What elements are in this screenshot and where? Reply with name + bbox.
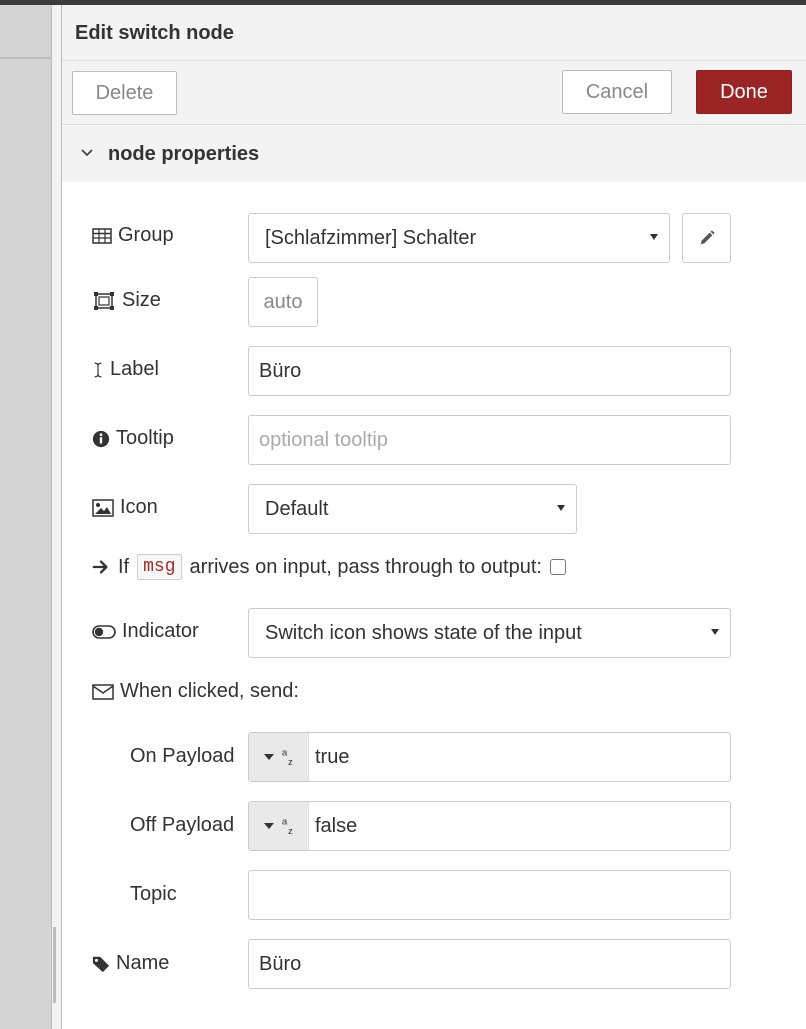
toggle-icon [92,624,116,639]
size-label: Size [92,289,161,312]
string-type-icon: a z [281,747,293,768]
tab-divider [0,57,51,59]
info-icon [92,430,110,447]
when-clicked-label: When clicked, send: [92,680,299,703]
on-payload-label: On Payload [130,745,235,767]
tray-header: Edit switch node [62,5,806,61]
size-button[interactable]: auto [248,277,318,327]
edit-group-button[interactable] [682,213,731,263]
on-payload-input[interactable]: a z true [248,732,731,782]
section-title: node properties [108,143,260,165]
passthrough-checkbox[interactable] [549,559,566,575]
edit-tray: Edit switch node Delete Cancel Done node… [62,5,806,1029]
caret-down-icon [263,823,274,829]
resize-icon [94,291,114,310]
table-icon [92,227,112,244]
icon-label: Icon [92,496,158,519]
icon-select[interactable]: Default [248,484,577,534]
tray-title: Edit switch node [75,22,234,44]
envelope-icon [92,683,114,700]
indicator-select[interactable]: Switch icon shows state of the input [248,608,731,658]
off-payload-label: Off Payload [130,814,235,836]
off-payload-type-button[interactable]: a z [249,802,309,850]
scrollbar-thumb[interactable] [53,927,56,1003]
label-input[interactable]: Büro [248,346,731,396]
tray-toolbar: Delete Cancel Done [62,61,806,125]
caret-down-icon [650,234,658,240]
name-input[interactable]: Büro [248,939,731,989]
cancel-button[interactable]: Cancel [562,70,672,114]
group-label: Group [92,224,174,247]
delete-button[interactable]: Delete [72,71,177,115]
tag-icon [92,956,110,972]
caret-down-icon [711,629,719,635]
done-button[interactable]: Done [696,70,792,114]
string-type-icon: a z [281,816,293,837]
svg-text:z: z [288,757,293,768]
image-icon [92,498,114,517]
name-label: Name [92,952,169,975]
label-label: Label [92,358,159,381]
svg-text:a: a [281,816,287,827]
tooltip-input[interactable]: optional tooltip [248,415,731,465]
msg-code: msg [137,554,182,580]
workspace-side-panel [0,5,51,1029]
arrow-right-icon [92,560,108,574]
node-properties-section-header[interactable]: node properties [62,126,806,182]
tray-resize-border[interactable] [51,5,62,1029]
indicator-label: Indicator [92,620,199,643]
pencil-icon [700,230,715,245]
svg-text:z: z [288,826,293,837]
svg-text:a: a [281,747,287,758]
passthrough-row: If msg arrives on input, pass through to… [92,554,566,580]
text-cursor-icon [94,362,102,377]
topic-label: Topic [130,883,177,905]
on-payload-type-button[interactable]: a z [249,733,309,781]
chevron-down-icon [81,149,93,157]
group-select[interactable]: [Schlafzimmer] Schalter [248,213,670,263]
caret-down-icon [263,754,274,760]
topic-input[interactable] [248,870,731,920]
tooltip-label: Tooltip [92,427,174,450]
off-payload-input[interactable]: a z false [248,801,731,851]
caret-down-icon [557,505,565,511]
